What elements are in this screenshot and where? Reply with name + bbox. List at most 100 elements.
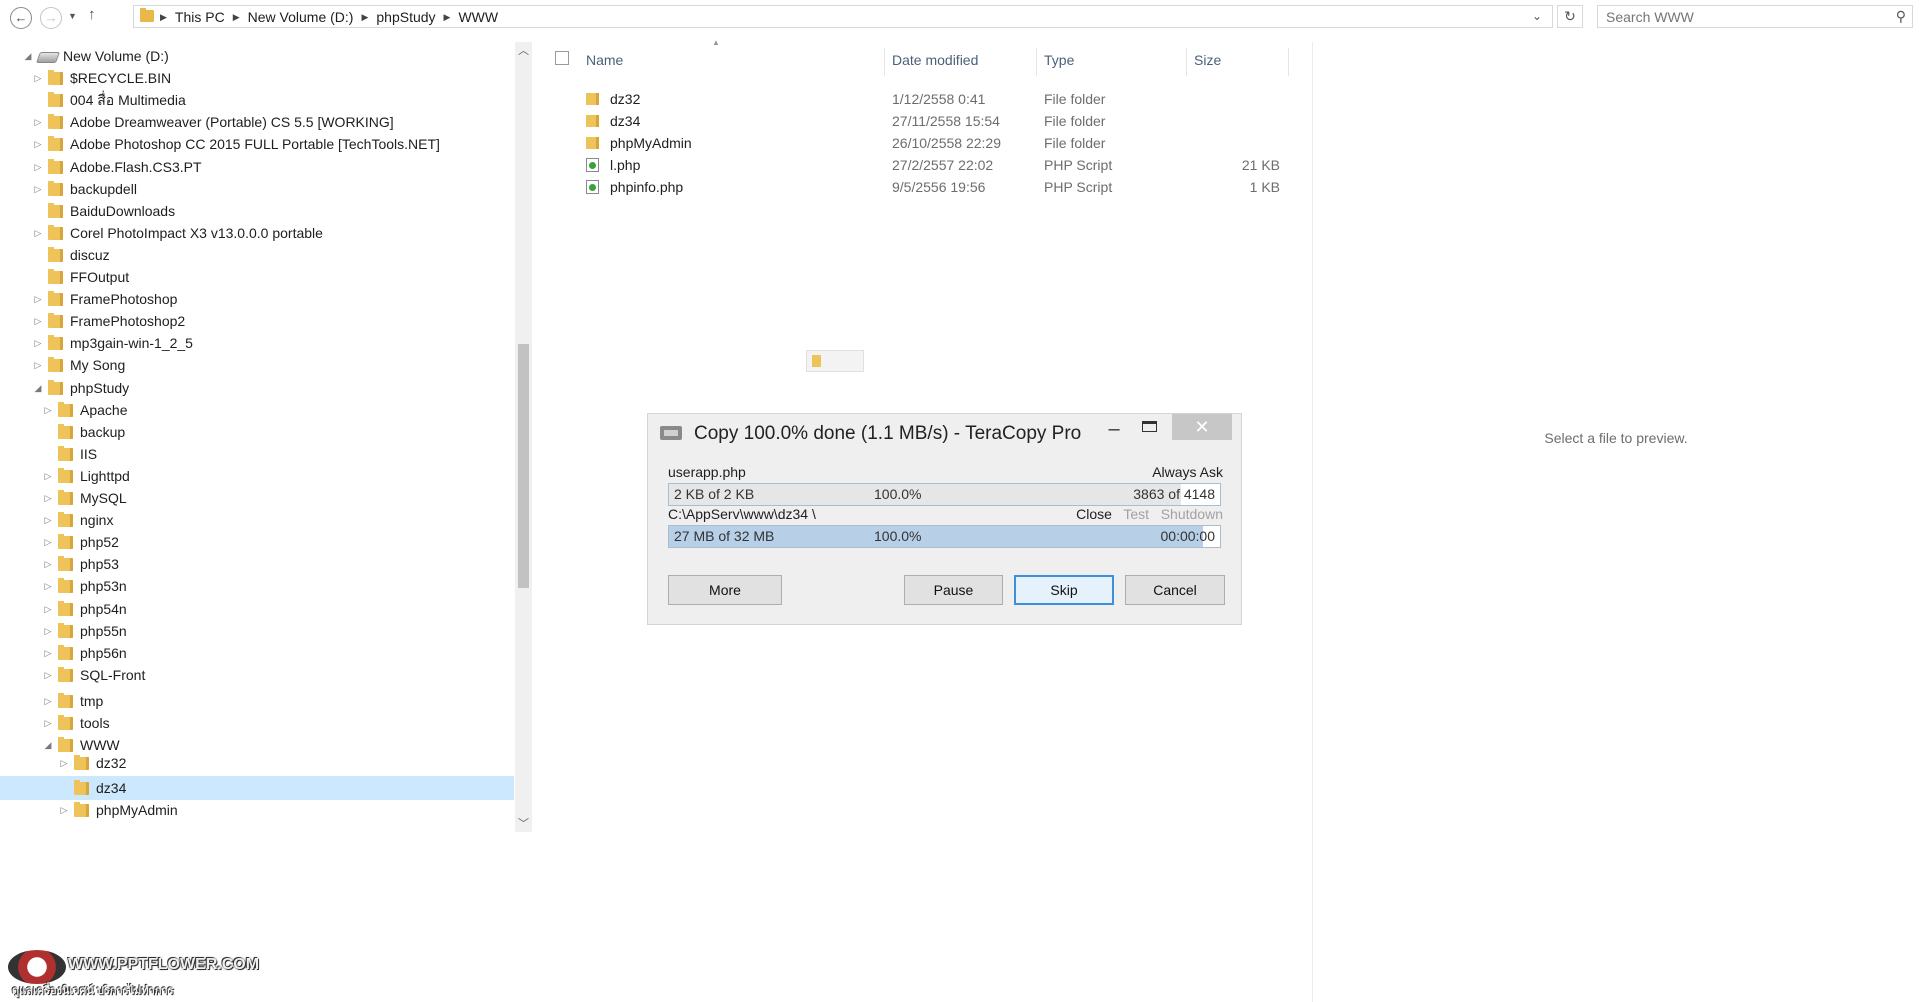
column-divider[interactable] [1036,48,1037,76]
tree-item[interactable]: ▷ Adobe Dreamweaver (Portable) CS 5.5 [WO… [0,110,514,134]
scrollbar-thumb[interactable] [518,344,529,588]
search-box[interactable]: ⚲ [1597,5,1913,28]
tree-item[interactable]: ◢ New Volume (D:) [0,44,514,68]
tree-expand-icon[interactable]: ▷ [42,689,54,713]
column-header-size[interactable]: Size [1194,48,1221,72]
tree-expand-icon[interactable]: ▷ [32,110,44,134]
maximize-icon[interactable] [1142,421,1157,432]
tree-item[interactable]: ▷ $RECYCLE.BIN [0,66,514,90]
column-divider[interactable] [1288,48,1289,76]
select-all-checkbox[interactable] [555,51,569,65]
file-row[interactable]: dz34 27/11/2558 15:54 File folder [550,110,1280,132]
breadcrumb-new-volume[interactable]: New Volume (D:) [248,9,354,25]
tree-item[interactable]: ▷ Lighttpd [0,464,514,488]
tree-item[interactable]: ▷ php53n [0,574,514,598]
breadcrumb-phpstudy[interactable]: phpStudy [376,9,435,25]
breadcrumb-separator-icon[interactable]: ▶ [361,12,368,23]
address-dropdown-chevron-icon[interactable]: ⌄ [1532,9,1542,23]
cancel-button[interactable]: Cancel [1125,575,1225,605]
recent-locations-chevron-icon[interactable]: ▼ [68,11,77,21]
search-input[interactable] [1606,9,1866,25]
tree-item[interactable]: ▷ php54n [0,597,514,621]
overwrite-mode-link[interactable]: Always Ask [1152,464,1223,480]
tree-item[interactable]: ▷ My Song [0,353,514,377]
tree-collapse-icon[interactable]: ◢ [32,376,44,400]
tree-expand-icon[interactable]: ▷ [42,398,54,422]
tree-expand-icon[interactable]: ▷ [42,552,54,576]
tree-item[interactable]: ▷ php55n [0,619,514,643]
tree-item[interactable]: IIS [0,442,514,466]
tree-expand-icon[interactable]: ▷ [32,66,44,90]
tree-expand-icon[interactable]: ▷ [32,177,44,201]
tree-expand-icon[interactable]: ▷ [42,530,54,554]
refresh-icon[interactable]: ↻ [1557,5,1583,28]
tree-item[interactable]: backup [0,420,514,444]
scroll-down-arrow-icon[interactable]: ﹀ [515,815,532,831]
tree-item[interactable]: dz34 [0,776,514,801]
tree-expand-icon[interactable]: ▷ [32,221,44,245]
column-header-type[interactable]: Type [1044,48,1074,72]
tree-item[interactable]: ▷ Adobe.Flash.CS3.PT [0,155,514,179]
skip-button[interactable]: Skip [1014,575,1114,605]
up-arrow-icon[interactable]: ↑ [88,6,96,23]
tree-item[interactable]: ▷ tools [0,711,514,735]
tree-expand-icon[interactable]: ▷ [42,574,54,598]
breadcrumb-separator-icon[interactable]: ▶ [444,12,451,23]
file-row[interactable]: phpinfo.php 9/5/2556 19:56 PHP Script 1 KB [550,176,1280,198]
tree-expand-icon[interactable]: ▷ [32,331,44,355]
tree-item[interactable]: ▷ Adobe Photoshop CC 2015 FULL Portable [… [0,132,514,156]
column-header-date[interactable]: Date modified [892,48,978,72]
tree-item[interactable]: BaiduDownloads [0,199,514,223]
tree-expand-icon[interactable]: ▷ [58,798,70,822]
tree-expand-icon[interactable]: ▷ [32,132,44,156]
tree-item[interactable]: ▷ FramePhotoshop2 [0,309,514,333]
tree-item[interactable]: ▷ nginx [0,508,514,532]
tree-item[interactable]: ▷ mp3gain-win-1_2_5 [0,331,514,355]
tree-expand-icon[interactable]: ▷ [42,597,54,621]
pause-button[interactable]: Pause [904,575,1003,605]
tree-item[interactable]: ▷ Corel PhotoImpact X3 v13.0.0.0 portable [0,221,514,245]
tree-item[interactable]: ▷ FramePhotoshop [0,287,514,311]
column-divider[interactable] [884,48,885,76]
tree-item[interactable]: discuz [0,243,514,267]
tree-item[interactable]: ▷ SQL-Front [0,663,514,687]
tree-item[interactable]: ▷ php52 [0,530,514,554]
tree-expand-icon[interactable]: ▷ [32,353,44,377]
tree-expand-icon[interactable]: ▷ [42,619,54,643]
close-option[interactable]: Close [1076,506,1112,522]
file-row[interactable]: phpMyAdmin 26/10/2558 22:29 File folder [550,132,1280,154]
tree-item[interactable]: 004 สื่อ Multimedia [0,88,514,112]
tree-item[interactable]: ▷ php53 [0,552,514,576]
tree-expand-icon[interactable]: ▷ [42,711,54,735]
forward-arrow-icon[interactable]: → [40,7,62,29]
tree-expand-icon[interactable]: ▷ [42,641,54,665]
tree-collapse-icon[interactable]: ◢ [22,44,34,68]
file-row[interactable]: l.php 27/2/2557 22:02 PHP Script 21 KB [550,154,1280,176]
column-divider[interactable] [1186,48,1187,76]
tree-expand-icon[interactable]: ▷ [32,287,44,311]
tree-expand-icon[interactable]: ▷ [32,309,44,333]
address-bar[interactable]: ▶ This PC ▶ New Volume (D:) ▶ phpStudy ▶… [133,5,1553,28]
scroll-up-arrow-icon[interactable]: ︿ [515,42,532,58]
search-icon[interactable]: ⚲ [1896,8,1906,25]
test-option[interactable]: Test [1123,506,1149,522]
tree-item[interactable]: ▷ backupdell [0,177,514,201]
tree-item[interactable]: ▷ MySQL [0,486,514,510]
tree-expand-icon[interactable]: ▷ [58,751,70,775]
minimize-icon[interactable]: – [1104,419,1124,439]
back-arrow-icon[interactable]: ← [10,7,32,29]
breadcrumb-separator-icon[interactable]: ▶ [160,12,167,23]
tree-expand-icon[interactable]: ▷ [42,663,54,687]
tree-expand-icon[interactable]: ▷ [42,508,54,532]
tree-item[interactable]: FFOutput [0,265,514,289]
breadcrumb-www[interactable]: WWW [458,9,498,25]
tree-item[interactable]: ▷ Apache [0,398,514,422]
breadcrumb-separator-icon[interactable]: ▶ [233,12,240,23]
shutdown-option[interactable]: Shutdown [1161,506,1223,522]
tree-item[interactable]: ▷ dz32 [0,751,514,775]
breadcrumb-this-pc[interactable]: This PC [175,9,225,25]
tree-expand-icon[interactable]: ▷ [42,486,54,510]
file-row[interactable]: dz32 1/12/2558 0:41 File folder [550,88,1280,110]
navigation-scrollbar[interactable]: ︿ ﹀ [515,42,532,832]
tree-item[interactable]: ▷ phpMyAdmin [0,798,514,822]
